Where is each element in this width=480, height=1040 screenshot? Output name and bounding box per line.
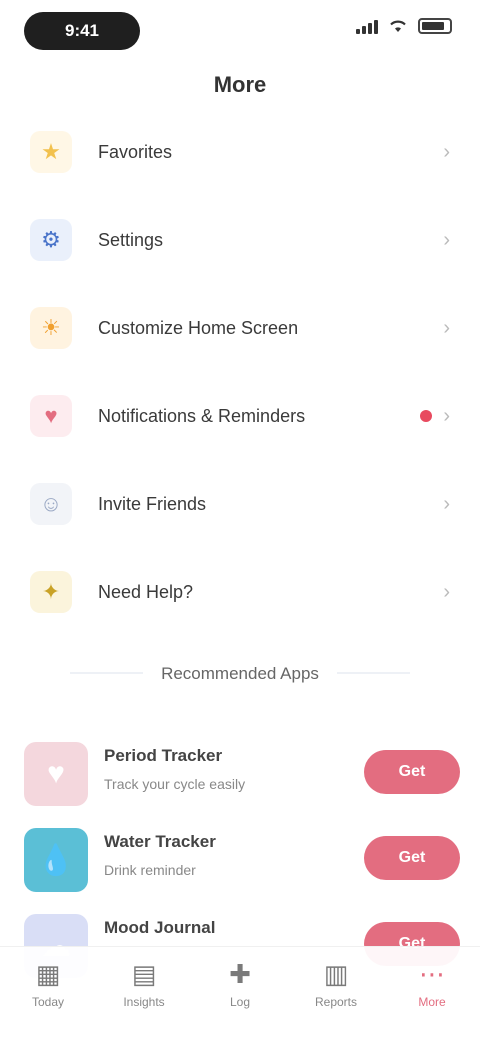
document-icon: ▥ — [323, 959, 349, 989]
chevron-right-icon: › — [443, 228, 450, 251]
lightbulb-icon: ✦ — [30, 571, 72, 613]
tab-label: Reports — [314, 995, 358, 1009]
menu-item-2[interactable]: ☀ Customize Home Screen › — [0, 284, 480, 372]
person-icon: ☺ — [30, 483, 72, 525]
status-icons — [356, 18, 452, 34]
app-thumbnail-icon: ♥ — [24, 742, 88, 806]
menu-item-4[interactable]: ☺ Invite Friends › — [0, 460, 480, 548]
menu-item-label: Need Help? — [98, 581, 194, 602]
menu-item-label: Invite Friends — [98, 493, 207, 514]
star-icon: ★ — [30, 131, 72, 173]
chevron-right-icon: › — [443, 404, 450, 427]
wifi-icon — [390, 20, 406, 32]
menu-item-label: Favorites — [98, 141, 173, 162]
chevron-right-icon: › — [443, 492, 450, 515]
tab-insights[interactable]: ▤ Insights — [104, 959, 184, 1009]
menu-item-5[interactable]: ✦ Need Help? › — [0, 548, 480, 636]
tab-label: Today — [31, 995, 65, 1009]
tab-label: Log — [229, 995, 251, 1009]
battery-icon — [418, 18, 452, 34]
chevron-right-icon: › — [443, 580, 450, 603]
app-title: Water Tracker — [104, 832, 216, 851]
tab-more[interactable]: ⋯ More — [392, 959, 472, 1009]
tab-today[interactable]: ▦ Today — [8, 959, 88, 1009]
app-title: Mood Journal — [104, 918, 216, 937]
tab-label: Insights — [123, 995, 165, 1009]
menu-item-label: Customize Home Screen — [98, 317, 299, 338]
bell-icon: ♥ — [30, 395, 72, 437]
section-label: Recommended Apps — [143, 664, 337, 684]
tab-log[interactable]: ✚ Log — [200, 959, 280, 1009]
get-app-button[interactable]: Get — [364, 836, 460, 880]
recommended-app-row[interactable]: 💧 Water Tracker Drink reminder Get — [0, 816, 480, 902]
plus-icon: ✚ — [229, 959, 251, 989]
get-app-button[interactable]: Get — [364, 750, 460, 794]
tab-label: More — [418, 995, 446, 1009]
recommended-app-row[interactable]: ♥ Period Tracker Track your cycle easily Ge… — [0, 730, 480, 816]
tab-reports[interactable]: ▥ Reports — [296, 959, 376, 1009]
gear-icon: ⚙ — [30, 219, 72, 261]
menu-item-label: Settings — [98, 229, 164, 250]
time-display: 9:41 — [24, 12, 140, 50]
signal-icon — [356, 18, 378, 34]
menu-item-0[interactable]: ★ Favorites › — [0, 108, 480, 196]
menu-item-label: Notifications & Reminders — [98, 405, 306, 426]
menu-item-1[interactable]: ⚙ Settings › — [0, 196, 480, 284]
page-title: More — [213, 72, 267, 97]
section-divider: Recommended Apps — [70, 654, 410, 694]
app-thumbnail-icon: 💧 — [24, 828, 88, 892]
chevron-right-icon: › — [443, 316, 450, 339]
sun-icon: ☀ — [30, 307, 72, 349]
more-icon: ⋯ — [419, 959, 445, 989]
app-subtitle: Track your cycle easily — [104, 776, 246, 792]
calendar-icon: ▦ — [35, 959, 61, 989]
chevron-right-icon: › — [443, 140, 450, 163]
menu-item-3[interactable]: ♥ Notifications & Reminders › — [0, 372, 480, 460]
notification-badge — [420, 410, 432, 422]
app-subtitle: Drink reminder — [104, 862, 196, 878]
status-bar: 9:41 — [0, 0, 480, 64]
menu-list: ★ Favorites › ⚙ Settings › ☀ Customize Home Scr… — [0, 108, 480, 636]
chart-icon: ▤ — [131, 959, 157, 989]
app-title: Period Tracker — [104, 746, 223, 765]
tab-bar: ▦ Today ▤ Insights ✚ Log ▥ Reports ⋯ More — [0, 946, 480, 1040]
